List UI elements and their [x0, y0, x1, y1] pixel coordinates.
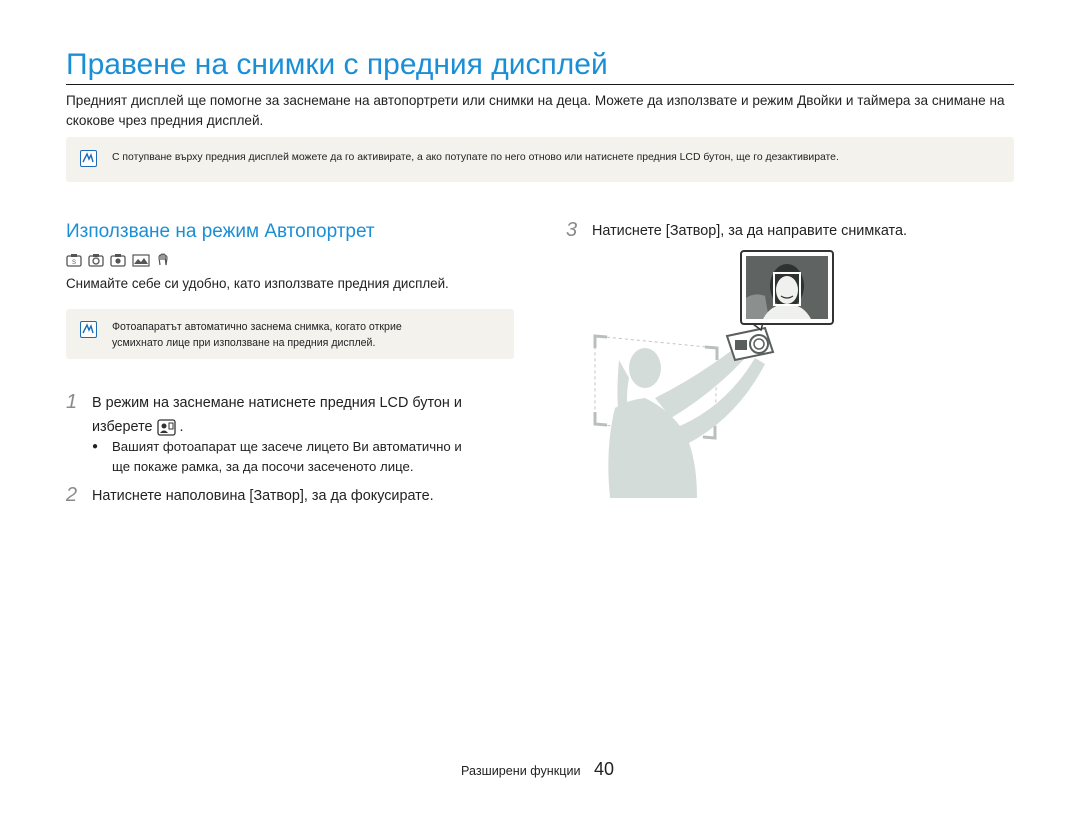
step-2-number: 2 — [66, 484, 78, 506]
step-3-text: Натиснете [Затвор], за да направите сним… — [592, 223, 907, 239]
camera-icon — [88, 253, 104, 272]
section-subtext: Снимайте себе си удобно, като използвате… — [66, 276, 449, 291]
dual-is-icon — [156, 252, 170, 272]
smile-note-text: Фотоапаратът автоматично заснема снимка,… — [112, 321, 402, 349]
bullet-dot: ● — [92, 441, 99, 452]
step-1-text: В режим на заснемане натиснете предния L… — [92, 395, 462, 436]
step-2-text: Натиснете наполовина [Затвор], за да фок… — [92, 488, 434, 504]
note-icon — [80, 321, 97, 338]
intro-paragraph: Предният дисплей ще помогне за заснемане… — [66, 93, 1005, 128]
step-3-number: 3 — [566, 219, 578, 241]
shutter-key: Затвор — [253, 488, 300, 504]
step-1-number: 1 — [66, 391, 78, 413]
top-note-box: С потупване върху предния дисплей можете… — [66, 137, 1014, 182]
shutter-key: Затвор — [669, 223, 717, 239]
smart-auto-icon: S — [66, 253, 82, 272]
mode-icons: S — [66, 252, 170, 272]
note-icon — [80, 150, 97, 167]
footer-section-name: Разширени функции — [461, 764, 581, 778]
scene-icon — [132, 253, 150, 272]
person-silhouette — [608, 348, 765, 498]
camera-illustration — [725, 326, 775, 362]
page-number: 40 — [594, 759, 615, 779]
front-display-callout — [740, 250, 834, 332]
section-heading: Използване на режим Автопортрет — [66, 221, 375, 242]
top-note-text: С потупване върху предния дисплей можете… — [112, 152, 839, 163]
svg-text:S: S — [72, 260, 76, 266]
program-icon — [110, 253, 126, 272]
title-divider — [66, 84, 1014, 85]
step-1-bullet: ● Вашият фотоапарат ще засече лицето Ви а… — [92, 439, 462, 474]
page-title: Правене на снимки с предния дисплей — [66, 48, 608, 81]
smile-note-box: Фотоапаратът автоматично заснема снимка,… — [66, 309, 514, 359]
self-portrait-illustration — [593, 250, 834, 498]
self-portrait-icon — [156, 418, 176, 436]
